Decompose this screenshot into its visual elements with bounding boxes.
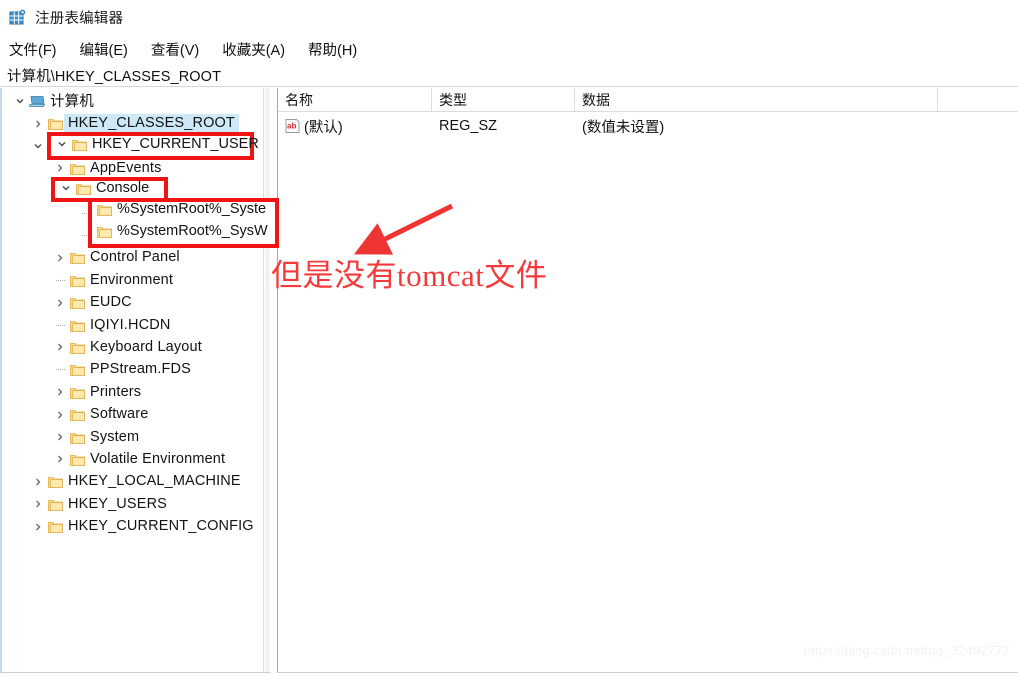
chevron-right-icon[interactable] — [30, 516, 46, 538]
string-value-icon: ab — [285, 119, 300, 133]
tree-item-volatile-environment[interactable]: Volatile Environment — [2, 448, 266, 470]
tree-scrollbar[interactable] — [263, 88, 271, 672]
column-header-filler — [938, 88, 1018, 112]
menu-favorites[interactable]: 收藏夹(A) — [220, 37, 294, 62]
value-list-header: 名称 类型 数据 — [278, 88, 1018, 112]
address-bar[interactable]: 计算机\HKEY_CLASSES_ROOT — [0, 64, 1018, 87]
computer-icon — [28, 90, 46, 112]
chevron-right-icon[interactable] — [52, 426, 68, 448]
value-type-cell: REG_SZ — [439, 114, 497, 138]
svg-text:ab: ab — [287, 122, 296, 131]
tree-item-system[interactable]: System — [2, 426, 266, 448]
tree-item-label: HKEY_CURRENT_CONFIG — [68, 518, 254, 535]
folder-icon — [46, 516, 64, 538]
value-data-cell: (数值未设置) — [582, 114, 664, 138]
value-type-text: REG_SZ — [439, 118, 498, 134]
folder-icon — [68, 359, 86, 381]
chevron-right-icon[interactable] — [30, 493, 46, 515]
column-header-type-label: 类型 — [439, 92, 467, 108]
watermark: https://blog.csdn.net/qq_32492777 — [803, 643, 1010, 658]
chevron-right-icon[interactable] — [30, 113, 46, 135]
tree-item-label: Control Panel — [90, 249, 180, 266]
menu-view[interactable]: 查看(V) — [149, 37, 208, 62]
tree-item-iqiyi-hcdn[interactable]: IQIYI.HCDN — [2, 314, 266, 336]
tree-leaf-spacer — [52, 314, 68, 336]
tree-item-label: HKEY_USERS — [68, 495, 168, 512]
tree-item-label: PPStream.FDS — [90, 361, 191, 378]
tree-item-label: Printers — [90, 383, 142, 400]
menu-file[interactable]: 文件(F) — [7, 37, 66, 62]
folder-icon — [68, 426, 86, 448]
folder-icon — [68, 404, 86, 426]
chevron-right-icon[interactable] — [52, 381, 68, 403]
chevron-right-icon[interactable] — [52, 448, 68, 470]
folder-icon — [68, 448, 86, 470]
registry-editor-window: 注册表编辑器 文件(F) 编辑(E) 查看(V) 收藏夹(A) 帮助(H) 计算… — [0, 0, 1018, 677]
tree-item-[interactable]: 计算机 — [2, 90, 266, 112]
chevron-right-icon[interactable] — [52, 247, 68, 269]
highlight-box-hkey-current-user — [47, 132, 254, 160]
table-row[interactable]: ab (默认) REG_SZ (数值未设置) — [278, 114, 1018, 138]
tree-item-label: Software — [90, 406, 149, 423]
tree-item-label: Volatile Environment — [90, 450, 226, 467]
chevron-down-icon[interactable] — [12, 90, 28, 112]
value-data-text: (数值未设置) — [582, 119, 665, 136]
tree-item-label: HKEY_LOCAL_MACHINE — [68, 473, 241, 490]
folder-icon — [68, 247, 86, 269]
folder-icon — [46, 493, 64, 515]
value-name-cell: ab (默认) — [285, 114, 343, 138]
tree-item-label: IQIYI.HCDN — [90, 316, 171, 333]
column-header-name-label: 名称 — [285, 92, 313, 108]
registry-tree-pane[interactable]: 计算机HKEY_CLASSES_ROOTHKEY_CURRENT_USERApp… — [0, 88, 271, 673]
tree-item-label: Keyboard Layout — [90, 338, 202, 355]
folder-icon — [68, 269, 86, 291]
registry-editor-icon — [9, 9, 26, 26]
folder-icon — [68, 381, 86, 403]
chevron-right-icon[interactable] — [52, 292, 68, 314]
chevron-down-icon[interactable] — [30, 135, 46, 157]
title-bar: 注册表编辑器 — [0, 0, 1018, 34]
tree-item-label: Environment — [90, 271, 174, 288]
tree-item-label: EUDC — [90, 294, 132, 311]
chevron-right-icon[interactable] — [30, 471, 46, 493]
column-header-name: 名称 — [278, 88, 432, 112]
tree-scrollbar-thumb[interactable] — [265, 88, 270, 672]
chevron-right-icon[interactable] — [52, 404, 68, 426]
tree-item-control-panel[interactable]: Control Panel — [2, 247, 266, 269]
tree-item-hkey-local-machine[interactable]: HKEY_LOCAL_MACHINE — [2, 471, 266, 493]
column-header-data-label: 数据 — [582, 92, 610, 108]
tree-item-hkey-users[interactable]: HKEY_USERS — [2, 493, 266, 515]
tree-item-hkey-current-config[interactable]: HKEY_CURRENT_CONFIG — [2, 515, 266, 537]
menu-help[interactable]: 帮助(H) — [306, 37, 366, 62]
column-header-type: 类型 — [432, 88, 575, 112]
folder-icon — [68, 292, 86, 314]
tree-item-label: System — [90, 428, 140, 445]
menu-bar: 文件(F) 编辑(E) 查看(V) 收藏夹(A) 帮助(H) — [0, 36, 1018, 62]
address-path: 计算机\HKEY_CLASSES_ROOT — [7, 68, 222, 85]
tree-item-ppstream-fds[interactable]: PPStream.FDS — [2, 359, 266, 381]
tree-item-label: AppEvents — [90, 159, 162, 176]
tree-item-eudc[interactable]: EUDC — [2, 292, 266, 314]
annotation-text: 但是没有tomcat文件 — [271, 258, 548, 293]
value-list-pane[interactable]: 名称 类型 数据 ab (默认) REG_SZ (数值未设置) — [277, 88, 1018, 673]
tree-item-printers[interactable]: Printers — [2, 381, 266, 403]
column-header-data: 数据 — [575, 88, 938, 112]
tree-item-label: HKEY_CLASSES_ROOT — [64, 114, 239, 134]
highlight-box-systemroot-keys — [88, 198, 279, 248]
chevron-right-icon[interactable] — [52, 336, 68, 358]
value-name-text: (默认) — [304, 119, 343, 136]
tree-item-label: 计算机 — [50, 94, 94, 111]
menu-edit[interactable]: 编辑(E) — [78, 37, 137, 62]
tree-item-environment[interactable]: Environment — [2, 269, 266, 291]
tree-item-keyboard-layout[interactable]: Keyboard Layout — [2, 336, 266, 358]
folder-icon — [68, 314, 86, 336]
tree-item-software[interactable]: Software — [2, 403, 266, 425]
folder-icon — [68, 336, 86, 358]
tree-leaf-spacer — [52, 269, 68, 291]
tree-leaf-spacer — [52, 359, 68, 381]
folder-icon — [46, 471, 64, 493]
window-title: 注册表编辑器 — [35, 10, 124, 27]
